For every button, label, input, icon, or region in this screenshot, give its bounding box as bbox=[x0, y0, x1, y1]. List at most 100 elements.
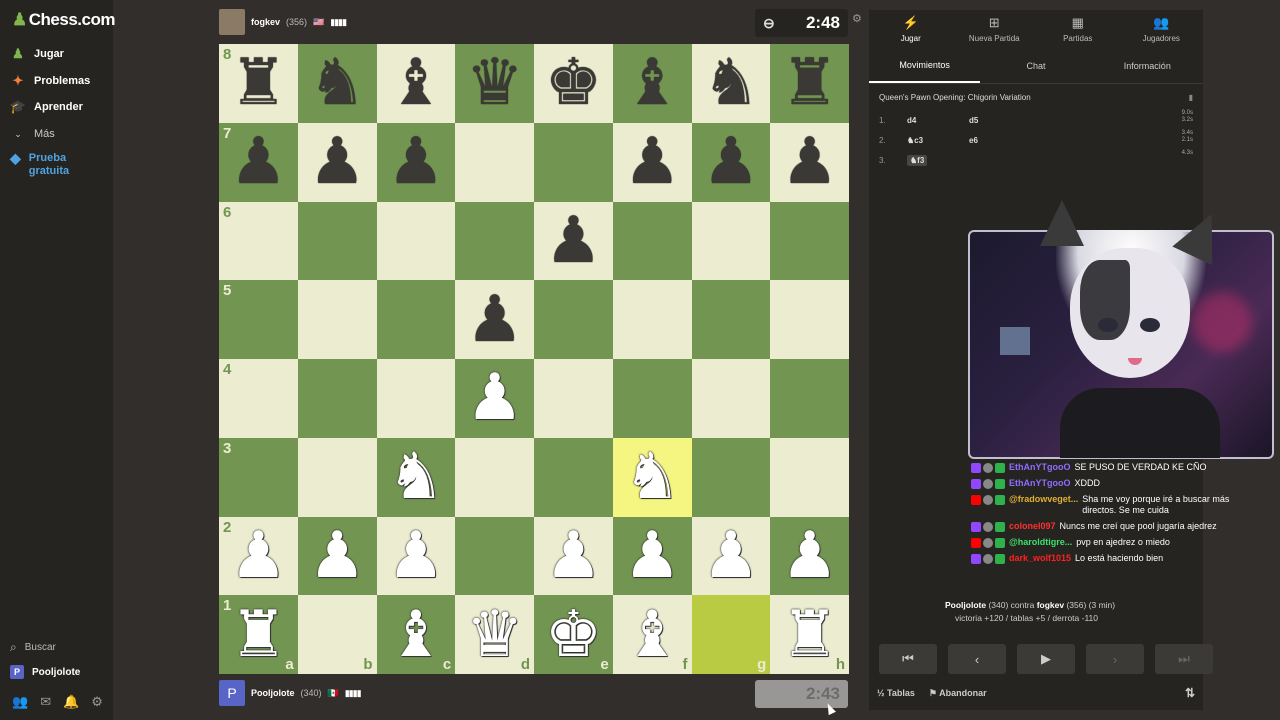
white-pawn-icon[interactable]: ♟ bbox=[545, 524, 602, 588]
square-e1[interactable]: e ♚ bbox=[534, 595, 613, 674]
first-move-button[interactable]: ⏮ bbox=[879, 644, 937, 674]
square-h3[interactable] bbox=[770, 437, 849, 517]
opponent-name[interactable]: fogkev bbox=[251, 17, 280, 27]
square-h8[interactable]: ♜ bbox=[770, 44, 849, 123]
square-h5[interactable] bbox=[770, 280, 849, 359]
square-a2[interactable]: 2 ♟ bbox=[219, 516, 298, 596]
square-c2[interactable]: ♟ bbox=[376, 516, 456, 596]
white-pawn-icon[interactable]: ♟ bbox=[702, 524, 759, 588]
black-knight-icon[interactable]: ♞ bbox=[702, 51, 759, 115]
square-b7[interactable]: ♟ bbox=[297, 122, 377, 202]
square-e4[interactable] bbox=[534, 359, 613, 438]
white-knight-icon[interactable]: ♞ bbox=[387, 445, 444, 509]
black-pawn-icon[interactable]: ♟ bbox=[308, 130, 365, 194]
play-button[interactable]: ▶ bbox=[1017, 644, 1075, 674]
black-queen-icon[interactable]: ♛ bbox=[466, 51, 523, 115]
square-f6[interactable] bbox=[612, 201, 692, 281]
previous-move-button[interactable]: ‹ bbox=[948, 644, 1006, 674]
square-c3[interactable]: ♞ bbox=[376, 437, 456, 517]
square-h6[interactable] bbox=[770, 201, 849, 281]
square-c7[interactable]: ♟ bbox=[376, 122, 456, 202]
black-pawn-icon[interactable]: ♟ bbox=[623, 130, 680, 194]
square-a6[interactable]: 6 bbox=[219, 201, 298, 281]
tab-partidas[interactable]: ▦ Partidas bbox=[1036, 10, 1120, 48]
free-trial-link[interactable]: ◆ Prueba gratuita bbox=[10, 151, 79, 178]
move-selected[interactable]: ♞f3 bbox=[907, 154, 928, 166]
black-pawn-icon[interactable]: ♟ bbox=[781, 130, 838, 194]
square-h2[interactable]: ♟ bbox=[770, 516, 849, 596]
square-d2[interactable] bbox=[455, 516, 534, 596]
move[interactable]: d4 bbox=[907, 116, 969, 125]
square-b1[interactable]: b bbox=[297, 595, 377, 674]
square-g4[interactable] bbox=[691, 359, 771, 438]
black-pawn-icon[interactable]: ♟ bbox=[466, 288, 523, 352]
black-bishop-icon[interactable]: ♝ bbox=[623, 51, 680, 115]
square-a8[interactable]: 8 ♜ bbox=[219, 44, 298, 123]
tab-nueva-partida[interactable]: ⊞ Nueva Partida bbox=[953, 10, 1037, 48]
square-a3[interactable]: 3 bbox=[219, 437, 298, 517]
white-knight-icon[interactable]: ♞ bbox=[623, 445, 680, 509]
white-bishop-icon[interactable]: ♝ bbox=[623, 603, 680, 667]
square-c6[interactable] bbox=[376, 201, 456, 281]
square-a4[interactable]: 4 bbox=[219, 359, 298, 438]
board-settings-icon[interactable]: ⚙ bbox=[852, 12, 862, 25]
tab-chat[interactable]: Chat bbox=[980, 48, 1091, 83]
square-e2[interactable]: ♟ bbox=[534, 516, 613, 596]
square-g8[interactable]: ♞ bbox=[691, 44, 771, 123]
square-d1[interactable]: d ♛ bbox=[455, 595, 534, 674]
tab-jugar[interactable]: ⚡ Jugar bbox=[869, 10, 953, 48]
square-d8[interactable]: ♛ bbox=[455, 44, 534, 123]
square-f5[interactable] bbox=[612, 280, 692, 359]
mail-icon[interactable]: ✉ bbox=[40, 694, 51, 710]
white-pawn-icon[interactable]: ♟ bbox=[466, 366, 523, 430]
black-pawn-icon[interactable]: ♟ bbox=[545, 209, 602, 273]
square-h7[interactable]: ♟ bbox=[770, 122, 849, 202]
square-a5[interactable]: 5 bbox=[219, 280, 298, 359]
move[interactable]: ♞c3 bbox=[907, 136, 969, 145]
square-c1[interactable]: c ♝ bbox=[376, 595, 456, 674]
square-b6[interactable] bbox=[297, 201, 377, 281]
draw-button[interactable]: ½ Tablas bbox=[877, 688, 915, 698]
square-b5[interactable] bbox=[297, 280, 377, 359]
square-e7[interactable] bbox=[534, 122, 613, 202]
square-e8[interactable]: ♚ bbox=[534, 44, 613, 123]
next-move-button[interactable]: › bbox=[1086, 644, 1144, 674]
move[interactable]: d5 bbox=[969, 116, 1031, 125]
tab-informacion[interactable]: Información bbox=[1092, 48, 1203, 83]
gear-icon[interactable]: ⚙ bbox=[91, 694, 103, 710]
black-rook-icon[interactable]: ♜ bbox=[230, 51, 287, 115]
chesscom-logo[interactable]: ♟ Chess.com bbox=[12, 10, 115, 30]
black-pawn-icon[interactable]: ♟ bbox=[230, 130, 287, 194]
square-b4[interactable] bbox=[297, 359, 377, 438]
sidebar-item-jugar[interactable]: ♟ Jugar bbox=[10, 46, 64, 62]
square-f1[interactable]: f ♝ bbox=[612, 595, 692, 674]
square-e3[interactable] bbox=[534, 437, 613, 517]
white-bishop-icon[interactable]: ♝ bbox=[387, 603, 444, 667]
white-queen-icon[interactable]: ♛ bbox=[466, 603, 523, 667]
square-d6[interactable] bbox=[455, 201, 534, 281]
square-d5[interactable]: ♟ bbox=[455, 280, 534, 359]
square-c8[interactable]: ♝ bbox=[376, 44, 456, 123]
black-king-icon[interactable]: ♚ bbox=[545, 51, 602, 115]
friends-icon[interactable]: 👥 bbox=[12, 694, 28, 710]
square-b2[interactable]: ♟ bbox=[297, 516, 377, 596]
flip-board-icon[interactable]: ⇅ bbox=[1185, 686, 1195, 700]
square-f8[interactable]: ♝ bbox=[612, 44, 692, 123]
sidebar-item-aprender[interactable]: 🎓 Aprender bbox=[10, 99, 83, 115]
last-move-button[interactable]: ⏭ bbox=[1155, 644, 1213, 674]
search-link[interactable]: ⌕ Buscar bbox=[10, 640, 56, 655]
square-d4[interactable]: ♟ bbox=[455, 359, 534, 438]
tab-jugadores[interactable]: 👥 Jugadores bbox=[1120, 10, 1204, 48]
white-rook-icon[interactable]: ♜ bbox=[230, 603, 287, 667]
square-e5[interactable] bbox=[534, 280, 613, 359]
square-b3[interactable] bbox=[297, 437, 377, 517]
white-pawn-icon[interactable]: ♟ bbox=[230, 524, 287, 588]
square-d3[interactable] bbox=[455, 437, 534, 517]
square-h1[interactable]: h ♜ bbox=[770, 595, 849, 674]
white-pawn-icon[interactable]: ♟ bbox=[387, 524, 444, 588]
square-g2[interactable]: ♟ bbox=[691, 516, 771, 596]
white-king-icon[interactable]: ♚ bbox=[545, 603, 602, 667]
square-e6[interactable]: ♟ bbox=[534, 201, 613, 281]
square-g7[interactable]: ♟ bbox=[691, 122, 771, 202]
square-f2[interactable]: ♟ bbox=[612, 516, 692, 596]
